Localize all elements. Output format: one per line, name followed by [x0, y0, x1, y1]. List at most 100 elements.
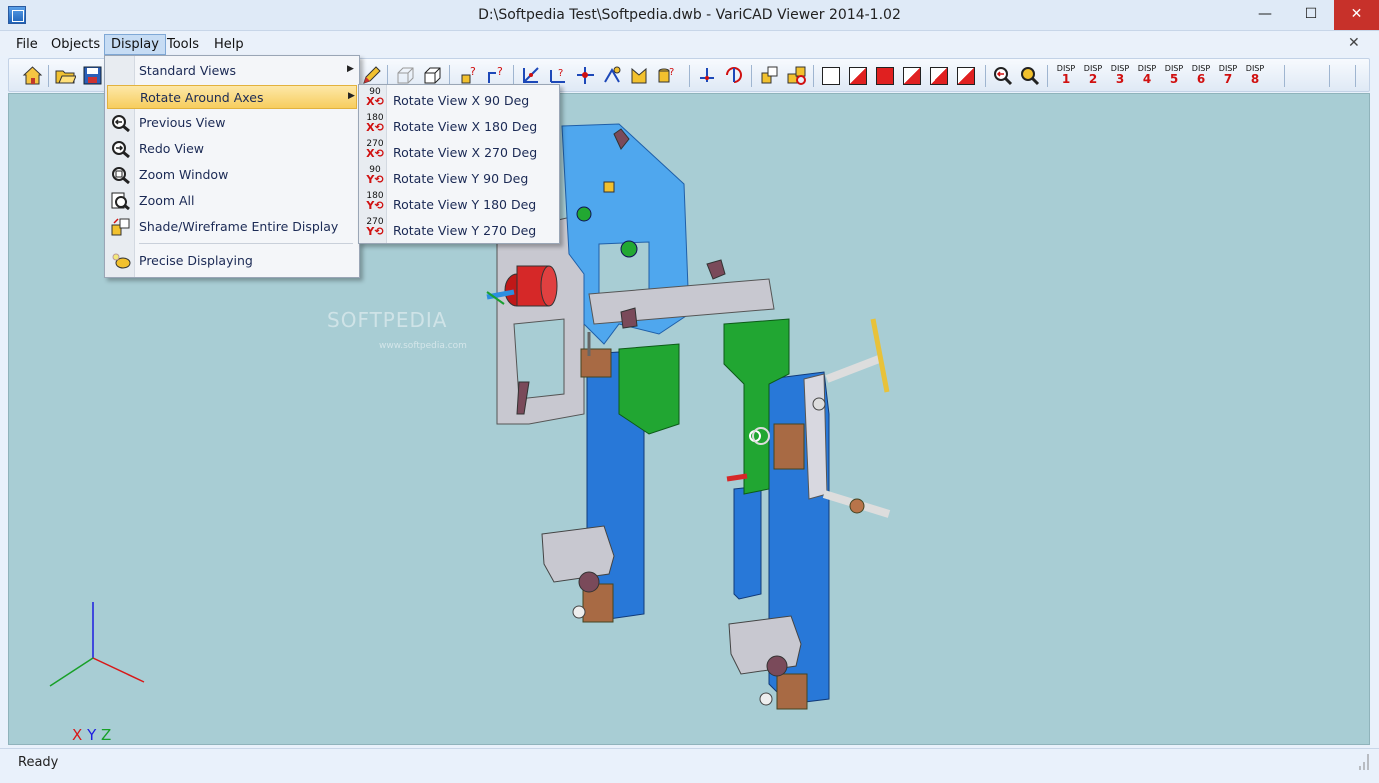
menu-item-label: Shade/Wireframe Entire Display [139, 219, 339, 234]
toolbar-separator [813, 65, 814, 87]
measure-icon-3[interactable] [575, 65, 596, 86]
toolbar-separator [985, 65, 986, 87]
menu-separator [139, 243, 353, 244]
menu-tools[interactable]: Tools [161, 34, 205, 55]
disp-number: 4 [1142, 72, 1152, 86]
precise-display-icon [112, 253, 131, 269]
disp-number: 1 [1061, 72, 1071, 86]
display-slot-1-button[interactable]: DISP 1 [1054, 64, 1078, 88]
disp-number: 3 [1115, 72, 1125, 86]
query-distance-icon[interactable]: ? [486, 65, 507, 86]
menu-help[interactable]: Help [208, 34, 250, 55]
rotate-x-icon: 270 X⟲ [363, 139, 387, 165]
zoom-all-toolbar-icon[interactable] [1019, 65, 1040, 86]
display-slot-6-button[interactable]: DISP 6 [1189, 64, 1213, 88]
rotate-axis: X [366, 121, 375, 134]
display-menu: Standard Views ▶ Rotate Around Axes ▶ Pr… [104, 55, 360, 278]
menu-item-shade-wireframe[interactable]: Shade/Wireframe Entire Display [107, 215, 357, 239]
menu-item-redo-view[interactable]: Redo View [107, 137, 357, 161]
watermark: SOFTPEDIA [327, 308, 448, 332]
layers-icon[interactable] [759, 65, 780, 86]
disp-number: 2 [1088, 72, 1098, 86]
wire-cube-gray-icon[interactable] [395, 65, 416, 86]
menu-item-previous-view[interactable]: Previous View [107, 111, 357, 135]
layers-swap-icon[interactable] [786, 65, 807, 86]
svg-text:?: ? [669, 67, 674, 78]
measure-icon-6[interactable]: ? [656, 65, 677, 86]
menu-objects[interactable]: Objects [45, 34, 106, 55]
disp-number: 8 [1250, 72, 1260, 86]
rotate-x-icon: 90 X⟲ [363, 87, 387, 113]
submenu-arrow-icon: ▶ [347, 64, 354, 74]
view-cube-3-icon[interactable] [876, 67, 894, 85]
resize-grip-icon[interactable] [1358, 748, 1370, 772]
measure-icon-1[interactable] [521, 65, 542, 86]
menu-display[interactable]: Display [104, 34, 166, 55]
menu-item-label: Rotate View X 90 Deg [393, 93, 530, 108]
view-cube-1-icon[interactable] [822, 67, 840, 85]
toolbar-separator [751, 65, 752, 87]
view-cube-2-icon[interactable] [849, 67, 867, 85]
menu-item-rotate-x-180[interactable]: 180 X⟲ Rotate View X 180 Deg [361, 113, 557, 139]
menu-item-rotate-y-270[interactable]: 270 Y⟲ Rotate View Y 270 Deg [361, 217, 557, 243]
zoom-previous-toolbar-icon[interactable] [992, 65, 1013, 86]
display-slot-5-button[interactable]: DISP 5 [1162, 64, 1186, 88]
zoom-redo-icon [112, 141, 130, 158]
wire-cube-icon[interactable] [422, 65, 443, 86]
rotate-axis: Y [366, 225, 375, 238]
view-cube-4-icon[interactable] [903, 67, 921, 85]
svg-text:?: ? [470, 65, 476, 78]
zoom-window-icon [112, 167, 130, 184]
rotate-axis: Y [366, 173, 375, 186]
menu-item-standard-views[interactable]: Standard Views ▶ [107, 59, 357, 83]
close-button[interactable]: ✕ [1334, 0, 1379, 30]
watermark-url: www.softpedia.com [379, 341, 467, 351]
menu-item-rotate-x-90[interactable]: 90 X⟲ Rotate View X 90 Deg [361, 87, 557, 113]
menu-item-label: Rotate View Y 270 Deg [393, 223, 537, 238]
display-slot-2-button[interactable]: DISP 2 [1081, 64, 1105, 88]
toolbar-separator [1329, 65, 1330, 87]
menu-item-rotate-y-180[interactable]: 180 Y⟲ Rotate View Y 180 Deg [361, 191, 557, 217]
svg-text:?: ? [558, 68, 563, 79]
toolbar-separator [1355, 65, 1356, 87]
view-cube-5-icon[interactable] [930, 67, 948, 85]
menu-item-label: Rotate View X 180 Deg [393, 119, 538, 134]
open-folder-icon[interactable] [55, 65, 76, 86]
display-slot-7-button[interactable]: DISP 7 [1216, 64, 1240, 88]
display-slot-3-button[interactable]: DISP 3 [1108, 64, 1132, 88]
status-bar: Ready [0, 748, 1379, 783]
menu-item-zoom-window[interactable]: Zoom Window [107, 163, 357, 187]
axis-labels: X Y Z [72, 726, 111, 744]
measure-icon-2[interactable]: ? [548, 65, 569, 86]
title-bar: D:\Softpedia Test\Softpedia.dwb - VariCA… [0, 0, 1379, 31]
axis-z-label: Z [101, 726, 112, 744]
measure-icon-4[interactable] [602, 65, 623, 86]
minimize-button[interactable]: — [1242, 0, 1288, 30]
pencil-color-icon[interactable] [361, 65, 382, 86]
menu-file[interactable]: File [10, 34, 44, 55]
maximize-button[interactable]: ☐ [1288, 0, 1334, 30]
rotate-y-icon: 270 Y⟲ [363, 217, 387, 243]
menu-item-rotate-around-axes[interactable]: Rotate Around Axes ▶ [107, 85, 357, 109]
save-icon[interactable] [82, 65, 103, 86]
home-icon[interactable] [22, 65, 43, 86]
axis-rotate-icon-1[interactable] [697, 65, 718, 86]
menu-item-precise-displaying[interactable]: Precise Displaying [107, 249, 357, 273]
menu-item-rotate-x-270[interactable]: 270 X⟲ Rotate View X 270 Deg [361, 139, 557, 165]
disp-number: 5 [1169, 72, 1179, 86]
document-close-icon[interactable]: ✕ [1348, 35, 1360, 51]
submenu-arrow-icon: ▶ [348, 91, 355, 101]
query-point-icon[interactable]: ? [459, 65, 480, 86]
rotate-axes-submenu: 90 X⟲ Rotate View X 90 Deg 180 X⟲ Rotate V… [358, 84, 560, 244]
measure-icon-5[interactable] [629, 65, 650, 86]
zoom-all-icon [111, 192, 130, 210]
axis-triad [49, 602, 145, 687]
display-slot-4-button[interactable]: DISP 4 [1135, 64, 1159, 88]
display-slot-8-button[interactable]: DISP 8 [1243, 64, 1267, 88]
axis-rotate-icon-2[interactable] [724, 65, 745, 86]
menu-item-rotate-y-90[interactable]: 90 Y⟲ Rotate View Y 90 Deg [361, 165, 557, 191]
rotate-axis: X [366, 95, 375, 108]
toolbar-separator [1047, 65, 1048, 87]
menu-item-zoom-all[interactable]: Zoom All [107, 189, 357, 213]
view-cube-6-icon[interactable] [957, 67, 975, 85]
